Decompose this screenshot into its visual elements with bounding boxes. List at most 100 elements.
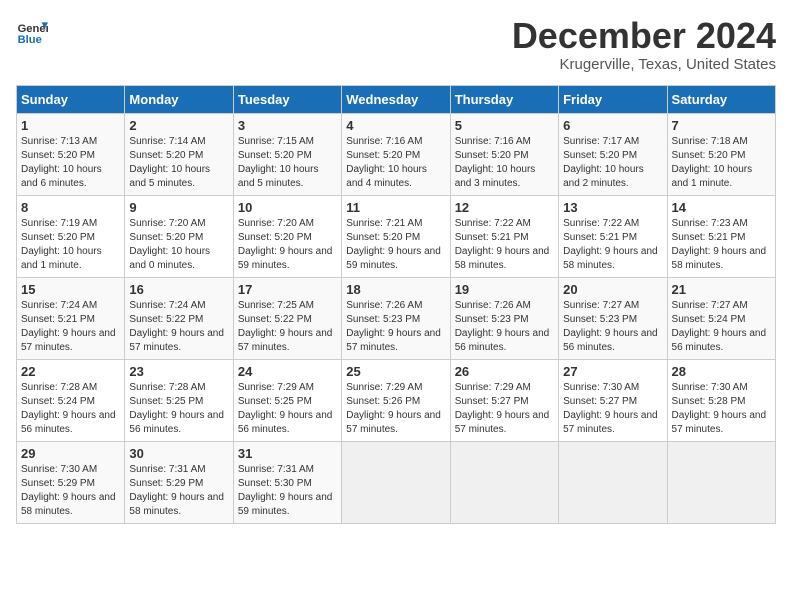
day-number: 3 bbox=[238, 118, 337, 133]
table-row: 2 Sunrise: 7:14 AM Sunset: 5:20 PM Dayli… bbox=[125, 113, 233, 195]
svg-text:Blue: Blue bbox=[18, 34, 42, 46]
header-wednesday: Wednesday bbox=[342, 85, 450, 113]
day-number: 7 bbox=[672, 118, 771, 133]
day-number: 25 bbox=[346, 364, 445, 379]
table-row: 22 Sunrise: 7:28 AM Sunset: 5:24 PM Dayl… bbox=[17, 359, 125, 441]
table-row: 21 Sunrise: 7:27 AM Sunset: 5:24 PM Dayl… bbox=[667, 277, 775, 359]
day-info: Sunrise: 7:22 AM Sunset: 5:21 PM Dayligh… bbox=[455, 217, 554, 273]
day-info: Sunrise: 7:20 AM Sunset: 5:20 PM Dayligh… bbox=[129, 217, 228, 273]
day-info: Sunrise: 7:16 AM Sunset: 5:20 PM Dayligh… bbox=[455, 135, 554, 191]
day-info: Sunrise: 7:15 AM Sunset: 5:20 PM Dayligh… bbox=[238, 135, 337, 191]
calendar-header: Sunday Monday Tuesday Wednesday Thursday… bbox=[17, 85, 776, 113]
table-row: 25 Sunrise: 7:29 AM Sunset: 5:26 PM Dayl… bbox=[342, 359, 450, 441]
day-info: Sunrise: 7:24 AM Sunset: 5:21 PM Dayligh… bbox=[21, 299, 120, 355]
day-info: Sunrise: 7:22 AM Sunset: 5:21 PM Dayligh… bbox=[563, 217, 662, 273]
day-info: Sunrise: 7:17 AM Sunset: 5:20 PM Dayligh… bbox=[563, 135, 662, 191]
day-info: Sunrise: 7:18 AM Sunset: 5:20 PM Dayligh… bbox=[672, 135, 771, 191]
table-row: 31 Sunrise: 7:31 AM Sunset: 5:30 PM Dayl… bbox=[233, 441, 341, 523]
day-info: Sunrise: 7:16 AM Sunset: 5:20 PM Dayligh… bbox=[346, 135, 445, 191]
day-number: 17 bbox=[238, 282, 337, 297]
day-info: Sunrise: 7:23 AM Sunset: 5:21 PM Dayligh… bbox=[672, 217, 771, 273]
day-info: Sunrise: 7:26 AM Sunset: 5:23 PM Dayligh… bbox=[455, 299, 554, 355]
day-number: 11 bbox=[346, 200, 445, 215]
calendar-body: 1 Sunrise: 7:13 AM Sunset: 5:20 PM Dayli… bbox=[17, 113, 776, 523]
table-row: 11 Sunrise: 7:21 AM Sunset: 5:20 PM Dayl… bbox=[342, 195, 450, 277]
day-number: 2 bbox=[129, 118, 228, 133]
day-number: 13 bbox=[563, 200, 662, 215]
day-info: Sunrise: 7:30 AM Sunset: 5:28 PM Dayligh… bbox=[672, 381, 771, 437]
day-info: Sunrise: 7:20 AM Sunset: 5:20 PM Dayligh… bbox=[238, 217, 337, 273]
day-number: 24 bbox=[238, 364, 337, 379]
day-number: 21 bbox=[672, 282, 771, 297]
table-row: 9 Sunrise: 7:20 AM Sunset: 5:20 PM Dayli… bbox=[125, 195, 233, 277]
day-number: 12 bbox=[455, 200, 554, 215]
day-info: Sunrise: 7:14 AM Sunset: 5:20 PM Dayligh… bbox=[129, 135, 228, 191]
table-row: 15 Sunrise: 7:24 AM Sunset: 5:21 PM Dayl… bbox=[17, 277, 125, 359]
day-info: Sunrise: 7:25 AM Sunset: 5:22 PM Dayligh… bbox=[238, 299, 337, 355]
day-info: Sunrise: 7:30 AM Sunset: 5:29 PM Dayligh… bbox=[21, 463, 120, 519]
day-number: 1 bbox=[21, 118, 120, 133]
day-number: 16 bbox=[129, 282, 228, 297]
day-info: Sunrise: 7:30 AM Sunset: 5:27 PM Dayligh… bbox=[563, 381, 662, 437]
table-row: 20 Sunrise: 7:27 AM Sunset: 5:23 PM Dayl… bbox=[559, 277, 667, 359]
day-number: 30 bbox=[129, 446, 228, 461]
month-title: December 2024 bbox=[512, 16, 776, 56]
day-info: Sunrise: 7:28 AM Sunset: 5:25 PM Dayligh… bbox=[129, 381, 228, 437]
table-row: 13 Sunrise: 7:22 AM Sunset: 5:21 PM Dayl… bbox=[559, 195, 667, 277]
day-info: Sunrise: 7:24 AM Sunset: 5:22 PM Dayligh… bbox=[129, 299, 228, 355]
header-saturday: Saturday bbox=[667, 85, 775, 113]
table-row: 26 Sunrise: 7:29 AM Sunset: 5:27 PM Dayl… bbox=[450, 359, 558, 441]
table-row: 28 Sunrise: 7:30 AM Sunset: 5:28 PM Dayl… bbox=[667, 359, 775, 441]
table-row bbox=[342, 441, 450, 523]
day-number: 8 bbox=[21, 200, 120, 215]
day-info: Sunrise: 7:26 AM Sunset: 5:23 PM Dayligh… bbox=[346, 299, 445, 355]
day-info: Sunrise: 7:31 AM Sunset: 5:29 PM Dayligh… bbox=[129, 463, 228, 519]
table-row: 3 Sunrise: 7:15 AM Sunset: 5:20 PM Dayli… bbox=[233, 113, 341, 195]
day-number: 22 bbox=[21, 364, 120, 379]
table-row: 16 Sunrise: 7:24 AM Sunset: 5:22 PM Dayl… bbox=[125, 277, 233, 359]
table-row: 5 Sunrise: 7:16 AM Sunset: 5:20 PM Dayli… bbox=[450, 113, 558, 195]
day-number: 18 bbox=[346, 282, 445, 297]
page-header: General Blue December 2024 Krugerville, … bbox=[16, 16, 776, 73]
header-friday: Friday bbox=[559, 85, 667, 113]
day-number: 23 bbox=[129, 364, 228, 379]
location: Krugerville, Texas, United States bbox=[512, 56, 776, 73]
day-number: 15 bbox=[21, 282, 120, 297]
table-row: 10 Sunrise: 7:20 AM Sunset: 5:20 PM Dayl… bbox=[233, 195, 341, 277]
day-number: 28 bbox=[672, 364, 771, 379]
day-number: 9 bbox=[129, 200, 228, 215]
calendar-table: Sunday Monday Tuesday Wednesday Thursday… bbox=[16, 85, 776, 524]
header-sunday: Sunday bbox=[17, 85, 125, 113]
header-monday: Monday bbox=[125, 85, 233, 113]
day-number: 20 bbox=[563, 282, 662, 297]
day-info: Sunrise: 7:27 AM Sunset: 5:23 PM Dayligh… bbox=[563, 299, 662, 355]
day-number: 4 bbox=[346, 118, 445, 133]
logo: General Blue bbox=[16, 16, 48, 48]
table-row: 6 Sunrise: 7:17 AM Sunset: 5:20 PM Dayli… bbox=[559, 113, 667, 195]
day-info: Sunrise: 7:29 AM Sunset: 5:25 PM Dayligh… bbox=[238, 381, 337, 437]
day-number: 19 bbox=[455, 282, 554, 297]
table-row bbox=[667, 441, 775, 523]
table-row: 18 Sunrise: 7:26 AM Sunset: 5:23 PM Dayl… bbox=[342, 277, 450, 359]
table-row: 17 Sunrise: 7:25 AM Sunset: 5:22 PM Dayl… bbox=[233, 277, 341, 359]
day-number: 6 bbox=[563, 118, 662, 133]
day-info: Sunrise: 7:19 AM Sunset: 5:20 PM Dayligh… bbox=[21, 217, 120, 273]
day-info: Sunrise: 7:29 AM Sunset: 5:27 PM Dayligh… bbox=[455, 381, 554, 437]
table-row bbox=[559, 441, 667, 523]
day-info: Sunrise: 7:21 AM Sunset: 5:20 PM Dayligh… bbox=[346, 217, 445, 273]
table-row: 4 Sunrise: 7:16 AM Sunset: 5:20 PM Dayli… bbox=[342, 113, 450, 195]
day-info: Sunrise: 7:27 AM Sunset: 5:24 PM Dayligh… bbox=[672, 299, 771, 355]
day-number: 31 bbox=[238, 446, 337, 461]
table-row: 1 Sunrise: 7:13 AM Sunset: 5:20 PM Dayli… bbox=[17, 113, 125, 195]
table-row: 29 Sunrise: 7:30 AM Sunset: 5:29 PM Dayl… bbox=[17, 441, 125, 523]
table-row: 27 Sunrise: 7:30 AM Sunset: 5:27 PM Dayl… bbox=[559, 359, 667, 441]
day-number: 26 bbox=[455, 364, 554, 379]
day-number: 5 bbox=[455, 118, 554, 133]
table-row: 12 Sunrise: 7:22 AM Sunset: 5:21 PM Dayl… bbox=[450, 195, 558, 277]
day-number: 14 bbox=[672, 200, 771, 215]
day-info: Sunrise: 7:29 AM Sunset: 5:26 PM Dayligh… bbox=[346, 381, 445, 437]
day-number: 27 bbox=[563, 364, 662, 379]
logo-icon: General Blue bbox=[16, 16, 48, 48]
table-row bbox=[450, 441, 558, 523]
table-row: 24 Sunrise: 7:29 AM Sunset: 5:25 PM Dayl… bbox=[233, 359, 341, 441]
